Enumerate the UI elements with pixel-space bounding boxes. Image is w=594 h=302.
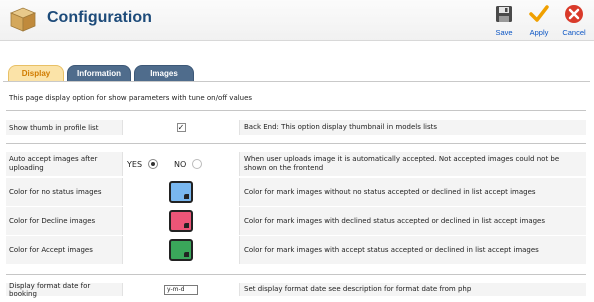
show-thumb-checkbox[interactable]: ✓ [176, 123, 186, 132]
row-label: Color for Accept images [6, 236, 123, 264]
row-description: Back End: This option display thumbnail … [240, 120, 586, 135]
color-picker-accept[interactable] [169, 239, 193, 261]
intro-text: This page display option for show parame… [9, 94, 253, 102]
row-description: When user uploads image it is automatica… [240, 152, 586, 176]
page-title: Configuration [47, 9, 152, 26]
row-color-accept: Color for Accept images Color for mark i… [6, 236, 586, 264]
row-control [123, 178, 240, 206]
row-control: YES NO [123, 152, 240, 176]
divider [6, 274, 586, 275]
row-label: Display format date for booking [6, 282, 123, 298]
save-label: Save [495, 28, 513, 37]
row-description: Color for mark images without no status … [240, 178, 586, 206]
tab-information[interactable]: Information [67, 65, 131, 81]
row-description: Color for mark images with accept status… [240, 236, 586, 264]
row-color-no-status: Color for no status images Color for mar… [6, 178, 586, 206]
row-label: Show thumb in profile list [6, 120, 123, 135]
yes-label: YES [127, 159, 143, 169]
floppy-disk-icon [496, 6, 512, 22]
tab-bar: Display Information Images [8, 65, 194, 81]
row-auto-accept: Auto accept images after uploading YES N… [6, 152, 586, 176]
yes-radio[interactable] [148, 159, 159, 169]
save-button[interactable]: Save [490, 4, 518, 37]
checkmark-icon [529, 5, 549, 22]
row-control: ✓ [123, 120, 240, 135]
apply-label: Apply [529, 28, 549, 37]
row-control [123, 207, 240, 235]
auto-accept-radio-group: YES NO [123, 159, 239, 169]
divider [6, 143, 586, 144]
tab-display[interactable]: Display [8, 65, 64, 81]
date-format-input[interactable]: y-m-d [164, 284, 198, 295]
color-picker-decline[interactable] [169, 210, 193, 232]
row-label: Color for Decline images [6, 207, 123, 235]
row-control [123, 236, 240, 264]
color-picker-no-status[interactable] [169, 181, 193, 203]
tab-panel-border [3, 81, 590, 82]
no-radio[interactable] [192, 159, 203, 169]
cancel-label: Cancel [562, 28, 586, 37]
no-label: NO [174, 159, 187, 169]
row-color-decline: Color for Decline images Color for mark … [6, 207, 586, 235]
row-description: Set display format date see description … [240, 283, 586, 296]
row-date-format: Display format date for booking y-m-d Se… [6, 282, 586, 298]
header: Configuration Save Apply Cancel [0, 0, 594, 41]
row-label: Color for no status images [6, 178, 123, 206]
tab-images[interactable]: Images [134, 65, 194, 81]
divider [6, 110, 586, 111]
row-label: Auto accept images after uploading [6, 152, 123, 176]
cancel-icon [565, 5, 583, 23]
apply-button[interactable]: Apply [525, 4, 553, 37]
toolbar: Save Apply Cancel [490, 4, 588, 37]
box-icon [9, 7, 37, 32]
row-description: Color for mark images with declined stat… [240, 207, 586, 235]
row-show-thumb: Show thumb in profile list ✓ Back End: T… [6, 120, 586, 135]
cancel-button[interactable]: Cancel [560, 4, 588, 37]
row-control: y-m-d [123, 283, 240, 296]
